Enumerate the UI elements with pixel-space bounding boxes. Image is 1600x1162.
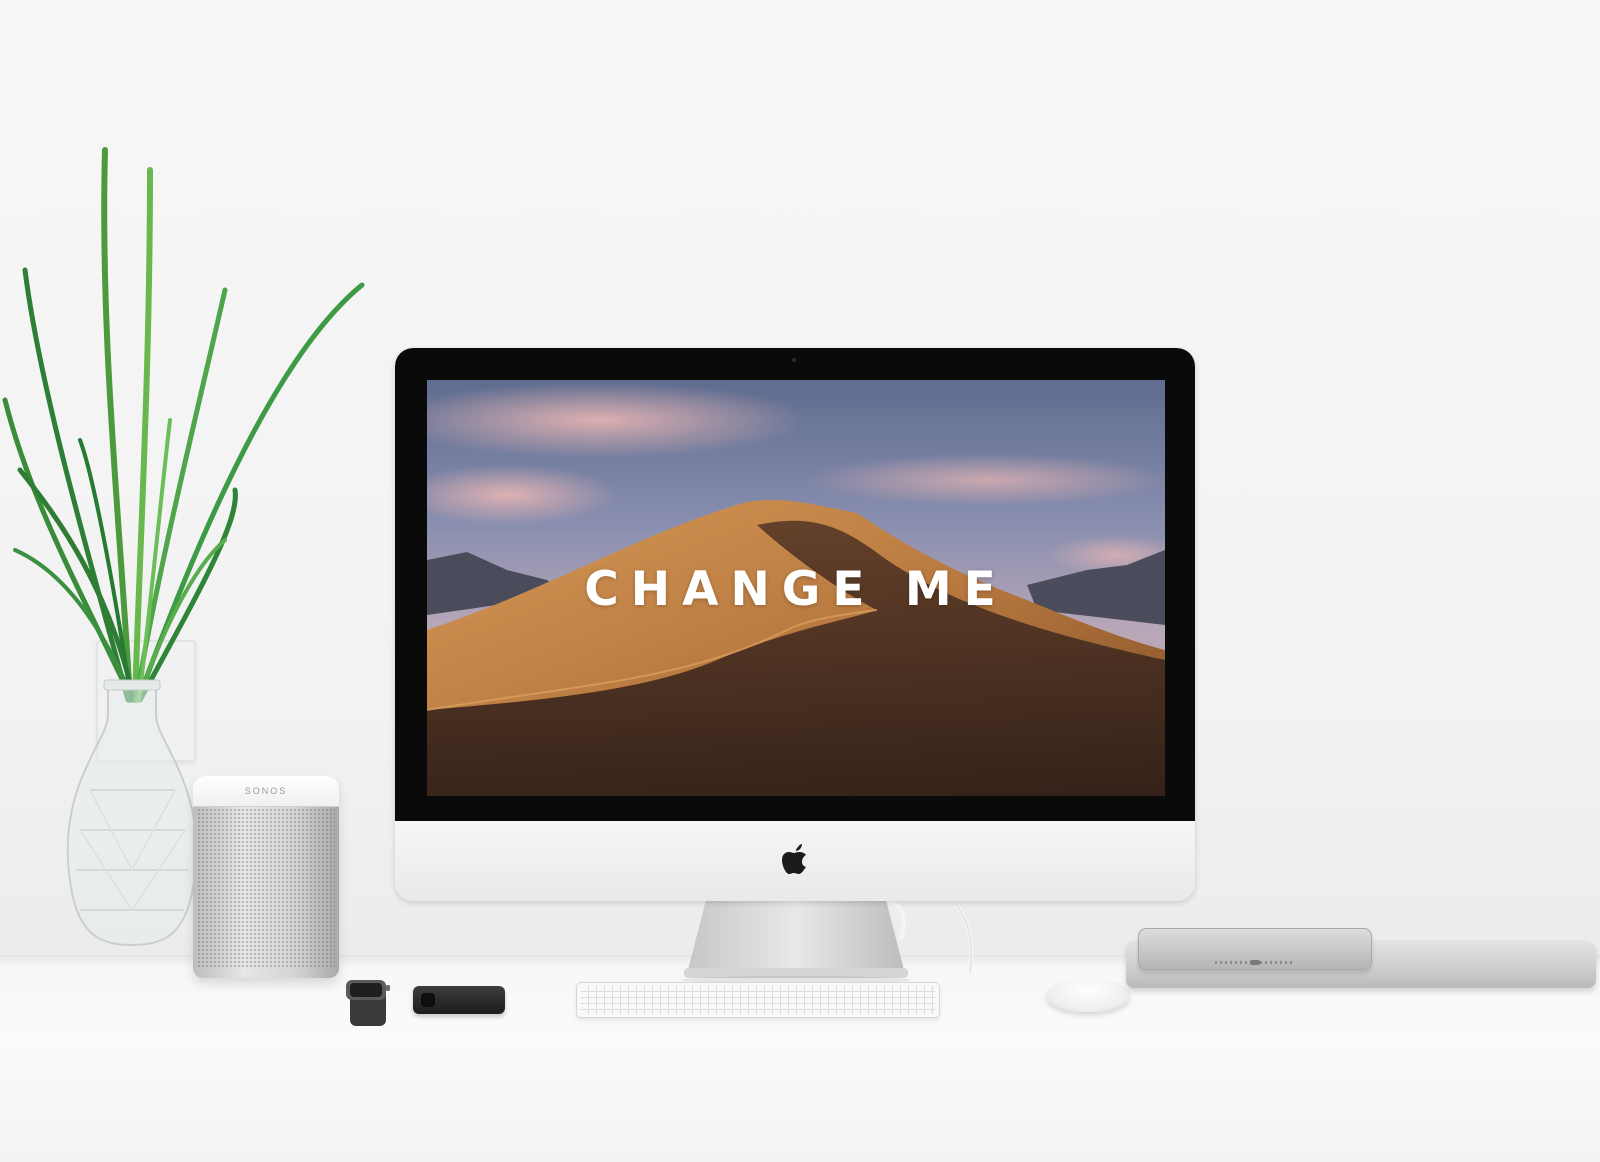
speaker: SONOS	[193, 776, 339, 978]
speaker-top: SONOS	[193, 776, 339, 807]
imac-screen: CHANGE ME	[427, 380, 1165, 796]
camera-icon	[421, 993, 435, 1007]
keyboard	[576, 982, 940, 1018]
charging-port	[1250, 960, 1260, 965]
speaker-brand-label: SONOS	[244, 786, 288, 796]
smartwatch	[346, 980, 390, 1026]
imac: CHANGE ME	[395, 348, 1195, 901]
camera-icon	[792, 358, 796, 362]
screen-headline: CHANGE ME	[584, 562, 1008, 617]
imac-stand	[681, 900, 911, 984]
tablet	[1138, 928, 1372, 970]
mouse	[1046, 978, 1130, 1012]
imac-bezel: CHANGE ME	[395, 348, 1195, 821]
smartphone	[413, 986, 505, 1014]
apple-logo-icon	[782, 844, 806, 874]
speaker-grill	[197, 808, 335, 968]
